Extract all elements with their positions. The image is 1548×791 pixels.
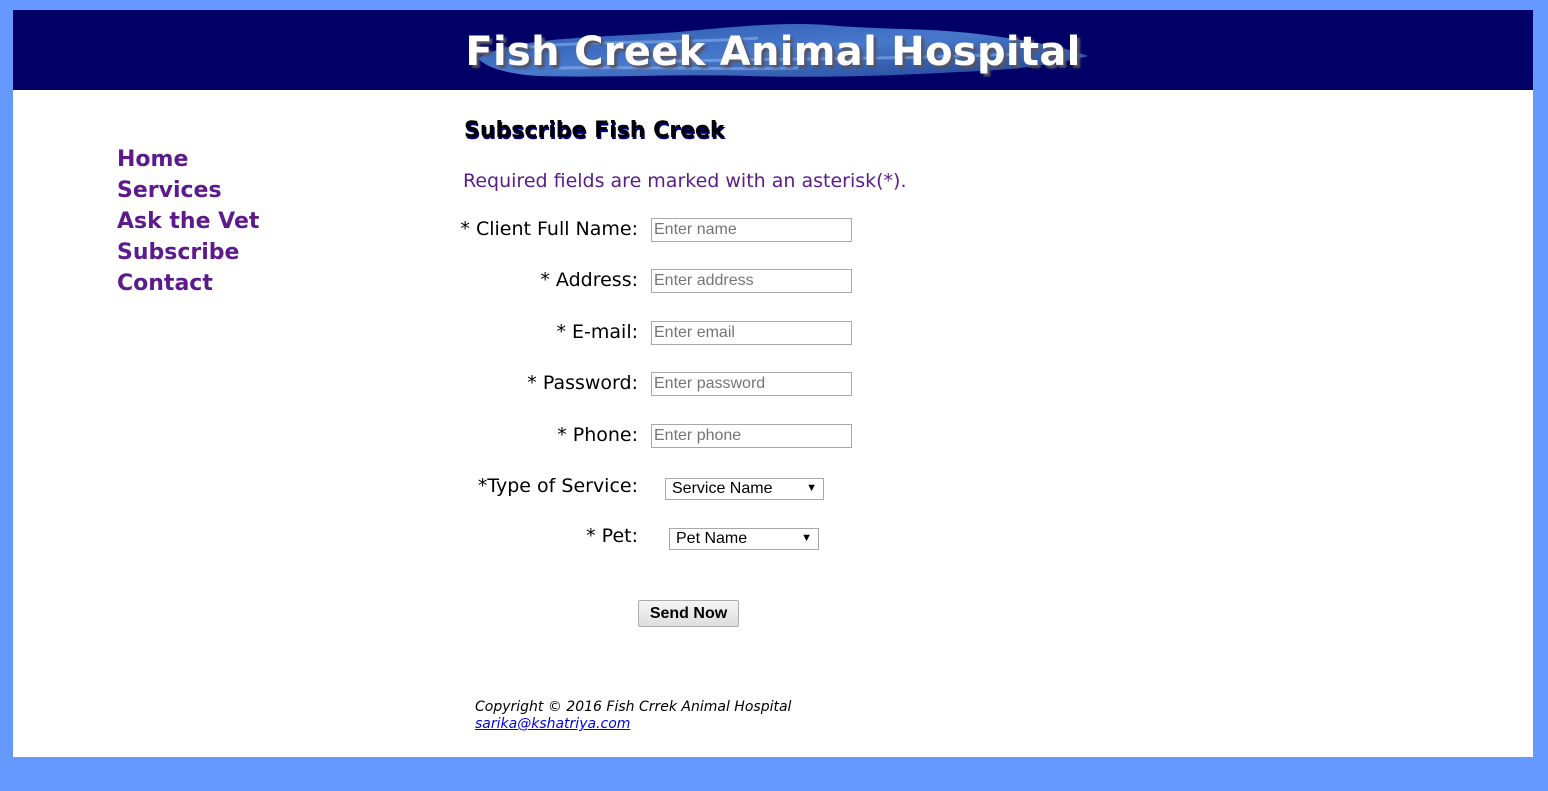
address-label: * Address: bbox=[540, 269, 638, 291]
copyright-text: Copyright © 2016 Fish Crrek Animal Hospi… bbox=[475, 699, 792, 715]
service-type-selected-value: Service Name bbox=[672, 480, 773, 497]
service-type-select[interactable]: Service Name ▼ bbox=[665, 478, 824, 500]
phone-input[interactable] bbox=[651, 424, 852, 448]
email-input[interactable] bbox=[651, 321, 852, 345]
name-label: * Client Full Name: bbox=[460, 218, 638, 240]
email-label: * E-mail: bbox=[556, 321, 638, 343]
required-fields-note: Required fields are marked with an aster… bbox=[463, 170, 907, 192]
password-label: * Password: bbox=[527, 372, 638, 394]
nav-link-subscribe[interactable]: Subscribe bbox=[117, 237, 259, 268]
nav-link-home[interactable]: Home bbox=[117, 144, 259, 175]
dropdown-arrow-icon: ▼ bbox=[806, 482, 817, 494]
pet-select[interactable]: Pet Name ▼ bbox=[669, 528, 819, 550]
password-input[interactable] bbox=[651, 372, 852, 396]
page-title: Subscribe Fish Creek bbox=[464, 118, 725, 143]
address-input[interactable] bbox=[651, 269, 852, 293]
phone-label: * Phone: bbox=[557, 424, 638, 446]
dropdown-arrow-icon: ▼ bbox=[801, 532, 812, 544]
site-footer: Copyright © 2016 Fish Crrek Animal Hospi… bbox=[475, 699, 791, 733]
service-type-label: *Type of Service: bbox=[477, 475, 638, 497]
nav-link-services[interactable]: Services bbox=[117, 175, 259, 206]
send-now-button[interactable]: Send Now bbox=[638, 600, 739, 627]
pet-selected-value: Pet Name bbox=[676, 530, 748, 547]
nav-link-contact[interactable]: Contact bbox=[117, 268, 259, 299]
name-input[interactable] bbox=[651, 218, 852, 242]
site-title: Fish Creek Animal Hospital bbox=[465, 29, 1081, 75]
nav-link-ask-the-vet[interactable]: Ask the Vet bbox=[117, 206, 259, 237]
page-container: Fish Creek Animal Hospital Home Services… bbox=[13, 10, 1533, 757]
pet-label: * Pet: bbox=[586, 525, 638, 547]
site-header: Fish Creek Animal Hospital bbox=[13, 10, 1533, 90]
footer-email-link[interactable]: sarika@kshatriya.com bbox=[475, 716, 791, 733]
main-nav: Home Services Ask the Vet Subscribe Cont… bbox=[117, 144, 259, 299]
